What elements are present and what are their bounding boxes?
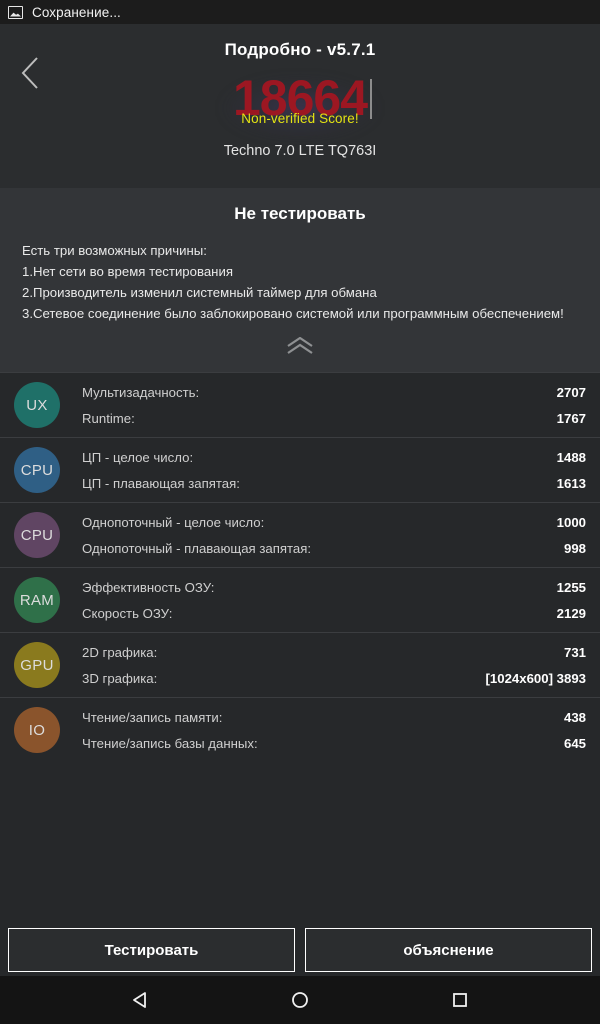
warning-reason-1: 1.Нет сети во время тестирования bbox=[22, 264, 233, 279]
warning-reason-3: 3.Сетевое соединение было заблокировано … bbox=[22, 306, 564, 321]
category-badge-gpu: GPU bbox=[14, 642, 60, 688]
metric-value: 1000 bbox=[556, 514, 586, 530]
nav-recents-button[interactable] bbox=[436, 976, 484, 1024]
table-row[interactable]: GPU 2D графика: 731 3D графика: [1024x60… bbox=[0, 632, 600, 697]
triangle-back-icon bbox=[133, 992, 146, 1008]
metric-label: Однопоточный - целое число: bbox=[82, 514, 265, 530]
score-display: 18664 Non-verified Score! bbox=[0, 73, 600, 139]
warning-reasons: Есть три возможных причины: 1.Нет сети в… bbox=[0, 240, 600, 324]
collapse-button[interactable] bbox=[0, 324, 600, 368]
metric-label: Runtime: bbox=[82, 410, 135, 426]
table-row[interactable]: CPU Однопоточный - целое число: 1000 Одн… bbox=[0, 502, 600, 567]
metric-value: 998 bbox=[563, 540, 586, 556]
category-badge-cpu-single: CPU bbox=[14, 512, 60, 558]
table-row[interactable]: UX Мультизадачность: 2707 Runtime: 1767 bbox=[0, 372, 600, 437]
category-badge-io: IO bbox=[14, 707, 60, 753]
metric-value: 1255 bbox=[556, 579, 586, 595]
table-row[interactable]: CPU ЦП - целое число: 1488 ЦП - плавающа… bbox=[0, 437, 600, 502]
metric-value: 645 bbox=[563, 735, 586, 751]
metric-value: 731 bbox=[563, 644, 586, 660]
page-title: Подробно - v5.7.1 bbox=[224, 40, 376, 59]
category-badge-cpu: CPU bbox=[14, 447, 60, 493]
metric-label: 2D графика: bbox=[82, 644, 158, 660]
metric-label: Эффективность ОЗУ: bbox=[82, 579, 215, 595]
warning-reason-2: 2.Производитель изменил системный таймер… bbox=[22, 285, 377, 300]
metric-value: [1024x600] 3893 bbox=[485, 670, 586, 686]
metric-label: Чтение/запись базы данных: bbox=[82, 735, 258, 751]
explanation-button[interactable]: объяснение bbox=[305, 928, 592, 972]
metric-value: 2129 bbox=[556, 605, 586, 621]
test-button[interactable]: Тестировать bbox=[8, 928, 295, 972]
metric-value: 1767 bbox=[556, 410, 586, 426]
metric-value: 2707 bbox=[556, 384, 586, 400]
action-bar: Тестировать объяснение bbox=[0, 924, 600, 976]
status-bar: Сохранение... bbox=[0, 0, 600, 24]
android-nav-bar bbox=[0, 976, 600, 1024]
metric-value: 1613 bbox=[556, 475, 586, 491]
metric-value: 1488 bbox=[556, 449, 586, 465]
warning-intro: Есть три возможных причины: bbox=[22, 243, 207, 258]
metric-label: Мультизадачность: bbox=[82, 384, 200, 400]
score-list: UX Мультизадачность: 2707 Runtime: 1767 … bbox=[0, 372, 600, 762]
metric-label: Чтение/запись памяти: bbox=[82, 709, 223, 725]
metric-label: 3D графика: bbox=[82, 670, 158, 686]
nav-home-button[interactable] bbox=[276, 976, 324, 1024]
warning-panel: Не тестировать Есть три возможных причин… bbox=[0, 188, 600, 372]
table-row[interactable]: RAM Эффективность ОЗУ: 1255 Скорость ОЗУ… bbox=[0, 567, 600, 632]
nav-back-button[interactable] bbox=[116, 976, 164, 1024]
app-header: Подробно - v5.7.1 18664 Non-verified Sco… bbox=[0, 24, 600, 188]
category-badge-ram: RAM bbox=[14, 577, 60, 623]
non-verified-note: Non-verified Score! bbox=[241, 111, 359, 126]
metric-label: ЦП - плавающая запятая: bbox=[82, 475, 240, 491]
square-recents-icon bbox=[453, 993, 467, 1007]
circle-home-icon bbox=[292, 992, 308, 1008]
double-chevron-up-icon bbox=[287, 337, 313, 354]
table-row[interactable]: IO Чтение/запись памяти: 438 Чтение/запи… bbox=[0, 697, 600, 762]
metric-label: Скорость ОЗУ: bbox=[82, 605, 173, 621]
category-badge-ux: UX bbox=[14, 382, 60, 428]
warning-title: Не тестировать bbox=[234, 204, 366, 223]
metric-label: Однопоточный - плавающая запятая: bbox=[82, 540, 312, 556]
metric-label: ЦП - целое число: bbox=[82, 449, 194, 465]
image-saving-icon bbox=[8, 5, 23, 19]
device-name: Techno 7.0 LTE TQ763I bbox=[223, 143, 377, 159]
metric-value: 438 bbox=[563, 709, 586, 725]
status-bar-text: Сохранение... bbox=[32, 4, 121, 20]
